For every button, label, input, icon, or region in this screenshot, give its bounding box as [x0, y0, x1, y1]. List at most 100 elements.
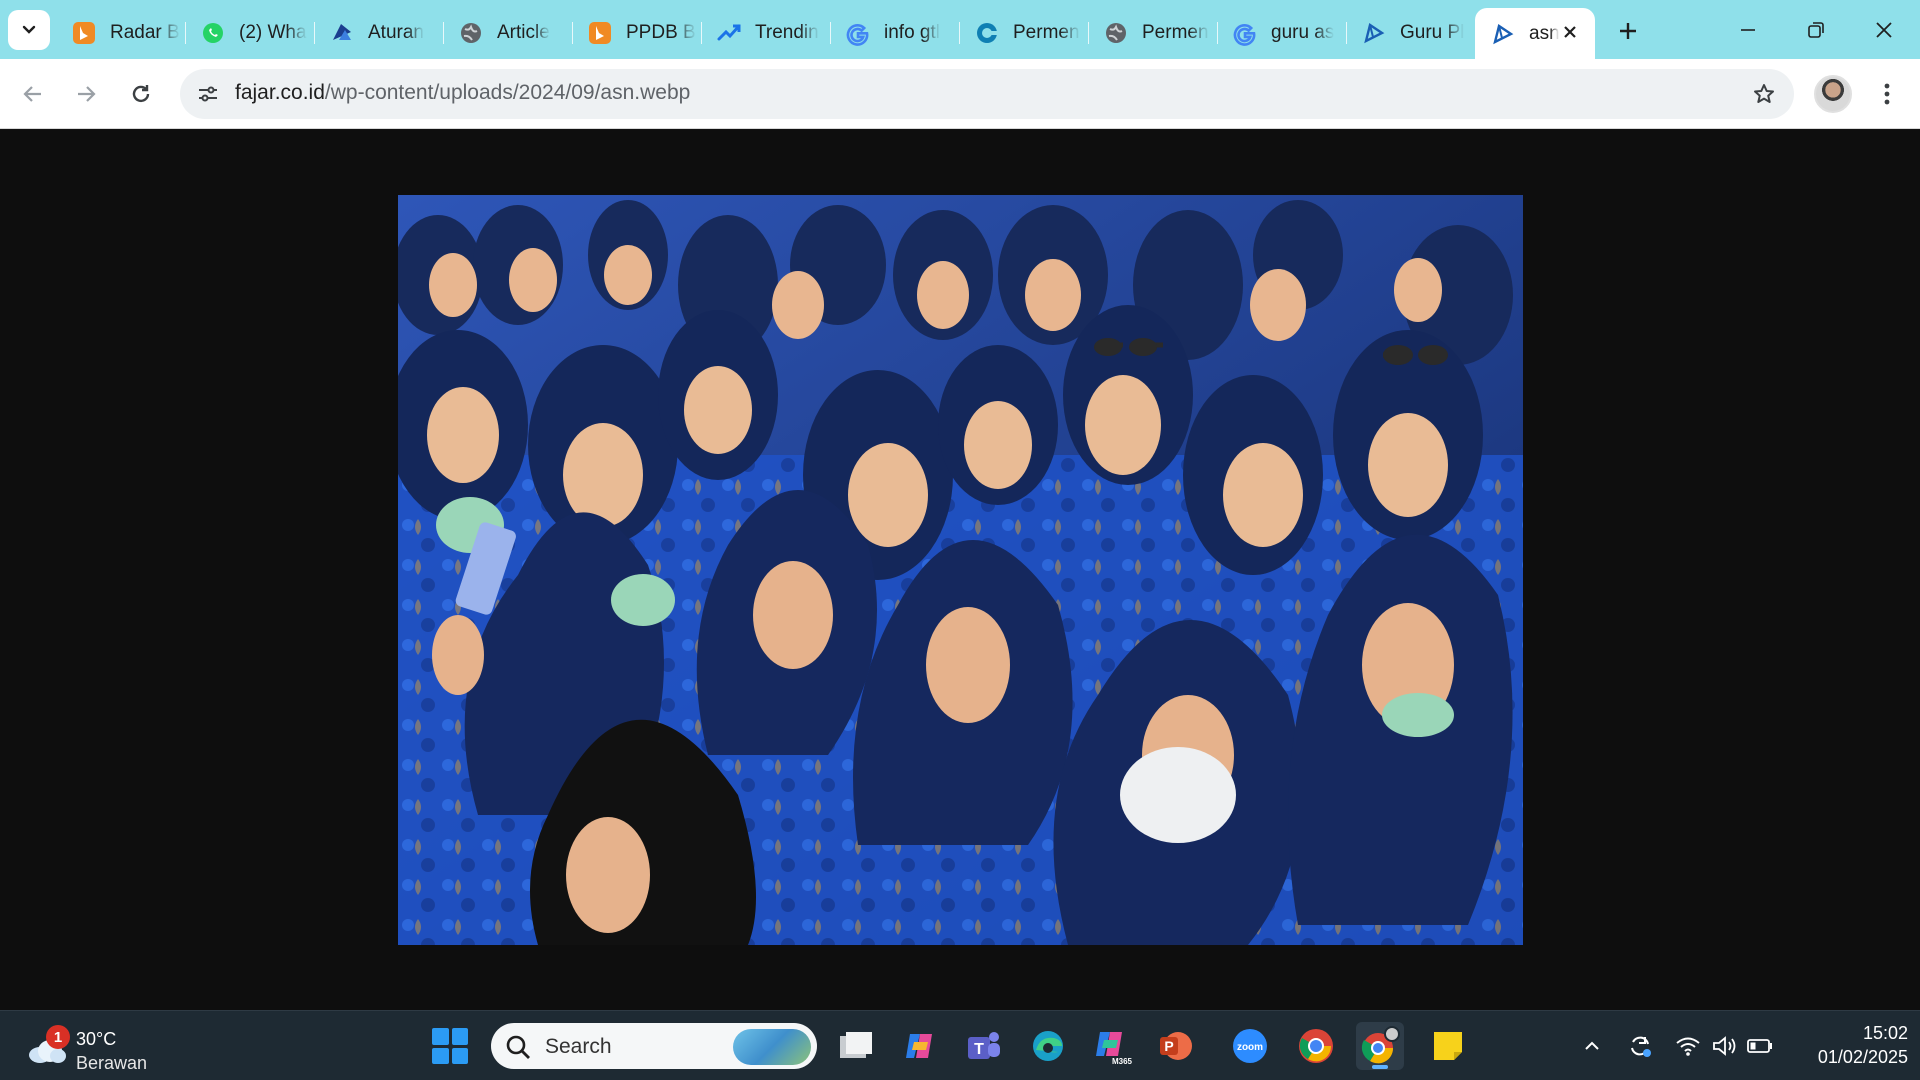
powerpoint-icon[interactable]: P	[1152, 1022, 1200, 1070]
tab-title: Article	[497, 21, 550, 43]
clock-time: 15:02	[1862, 1023, 1908, 1043]
profile-avatar[interactable]	[1814, 75, 1852, 113]
tab-permen-2[interactable]: Permen	[1088, 10, 1217, 55]
url-host: fajar.co.id	[235, 81, 325, 104]
more-vertical-icon	[1884, 83, 1890, 105]
reload-icon	[132, 85, 150, 103]
browser-toolbar: fajar.co.id/wp-content/uploads/2024/09/a…	[0, 59, 1920, 129]
tab-ppdb[interactable]: PPDB B	[572, 10, 701, 55]
tab-guru-as[interactable]: guru as	[1217, 10, 1346, 55]
back-arrow-icon	[23, 86, 41, 102]
url-path: /wp-content/uploads/2024/09/asn.webp	[324, 81, 691, 104]
forward-button[interactable]	[65, 73, 107, 115]
tab-title: Permen	[1013, 21, 1080, 43]
teams-icon[interactable]: T	[960, 1022, 1008, 1070]
chevron-down-icon	[22, 25, 36, 34]
tab-title: Radar B	[110, 21, 180, 43]
edge-icon[interactable]	[1024, 1022, 1072, 1070]
sync-icon[interactable]	[1624, 1028, 1656, 1064]
windows-logo-tile	[451, 1028, 468, 1045]
globe-icon	[1102, 19, 1130, 47]
image-viewer-icon	[1489, 20, 1517, 48]
copilot-icon	[973, 19, 1001, 47]
reload-button[interactable]	[120, 73, 162, 115]
tab-whatsapp[interactable]: (2) Wha	[185, 10, 314, 55]
tab-trending[interactable]: Trendin	[701, 10, 830, 55]
m365-icon[interactable]: M365	[1088, 1022, 1136, 1070]
tab-title: Aturan	[368, 21, 424, 43]
globe-icon	[457, 19, 485, 47]
clock-date: 01/02/2025	[1817, 1047, 1908, 1067]
tab-article[interactable]: Article	[443, 10, 572, 55]
svg-text:T: T	[974, 1041, 984, 1058]
restore-button[interactable]	[1782, 0, 1850, 59]
address-bar[interactable]: fajar.co.id/wp-content/uploads/2024/09/a…	[180, 69, 1794, 119]
wifi-icon[interactable]	[1672, 1028, 1704, 1064]
system-clock[interactable]: 15:02 01/02/2025	[1790, 1021, 1908, 1069]
zoom-label: zoom	[1237, 1042, 1263, 1053]
trend-icon	[715, 19, 743, 47]
m365-label: M365	[1112, 1057, 1132, 1066]
tab-radar[interactable]: Radar B	[56, 10, 185, 55]
zoom-icon[interactable]: zoom	[1226, 1022, 1274, 1070]
tab-title: PPDB B	[626, 21, 696, 43]
chrome-profile-icon[interactable]	[1356, 1022, 1404, 1070]
image-viewer-icon	[1360, 19, 1388, 47]
battery-icon[interactable]	[1744, 1028, 1776, 1064]
close-window-button[interactable]	[1850, 0, 1918, 59]
search-highlight-image	[733, 1029, 811, 1065]
crowd-photo-illustration	[398, 195, 1523, 945]
sticky-notes-icon[interactable]	[1424, 1022, 1472, 1070]
tab-title: (2) Wha	[239, 21, 307, 43]
plus-icon	[1620, 22, 1636, 39]
tab-title: Guru Pl	[1400, 21, 1465, 43]
tab-asn-active[interactable]: asn	[1475, 8, 1595, 59]
url-text[interactable]: fajar.co.id/wp-content/uploads/2024/09/a…	[235, 81, 690, 105]
tab-permen-1[interactable]: Permen	[959, 10, 1088, 55]
back-button[interactable]	[12, 73, 54, 115]
copilot-icon[interactable]	[896, 1022, 944, 1070]
forward-arrow-icon	[78, 86, 96, 102]
chevron-up-icon	[1585, 1041, 1599, 1050]
taskbar-search[interactable]: Search	[491, 1023, 817, 1069]
minimize-button[interactable]	[1714, 0, 1782, 59]
restore-icon	[1808, 21, 1824, 38]
close-tab-icon[interactable]	[1559, 21, 1581, 43]
google-icon	[844, 19, 872, 47]
tab-search-button[interactable]	[8, 10, 50, 50]
tab-aturan[interactable]: Aturan	[314, 10, 443, 55]
windows-logo-tile	[432, 1047, 449, 1064]
whatsapp-icon	[199, 19, 227, 47]
bookmark-star-icon[interactable]	[1748, 78, 1780, 110]
tab-title: guru as	[1271, 21, 1335, 43]
bing-icon	[70, 19, 98, 47]
new-tab-button[interactable]	[1603, 8, 1653, 53]
chrome-icon[interactable]	[1292, 1022, 1340, 1070]
browser-menu-button[interactable]	[1872, 73, 1902, 115]
tab-title: info gtl	[884, 21, 940, 43]
tab-guru-pl[interactable]: Guru Pl	[1346, 10, 1475, 55]
file-manager-icon[interactable]	[832, 1022, 880, 1070]
tab-title: Trendin	[755, 21, 819, 43]
weather-condition: Berawan	[76, 1053, 148, 1073]
tab-title: asn	[1529, 22, 1559, 44]
weather-temperature: 30°C	[76, 1029, 117, 1049]
weather-widget[interactable]: 1 30°C Berawan	[24, 1019, 164, 1073]
show-hidden-icons-button[interactable]	[1576, 1028, 1608, 1064]
volume-icon[interactable]	[1708, 1028, 1740, 1064]
windows-logo-tile	[451, 1047, 468, 1064]
tab-info-gtk[interactable]: info gtl	[830, 10, 959, 55]
displayed-photo[interactable]	[398, 195, 1523, 945]
site-logo-icon	[328, 19, 356, 47]
start-button[interactable]	[432, 1028, 468, 1064]
google-icon	[1231, 19, 1259, 47]
tab-strip: Radar B (2) Wha Aturan Article PPDB B Tr…	[0, 0, 1920, 59]
image-viewer-area	[0, 130, 1920, 1010]
tab-title: Permen	[1142, 21, 1209, 43]
active-app-indicator	[1372, 1065, 1388, 1069]
search-placeholder: Search	[545, 1035, 612, 1058]
site-info-icon[interactable]	[190, 76, 226, 112]
search-icon	[506, 1035, 530, 1059]
powerpoint-label: P	[1164, 1038, 1173, 1054]
windows-taskbar: 1 30°C Berawan Search T M365 P zoom 15:0…	[0, 1010, 1920, 1080]
